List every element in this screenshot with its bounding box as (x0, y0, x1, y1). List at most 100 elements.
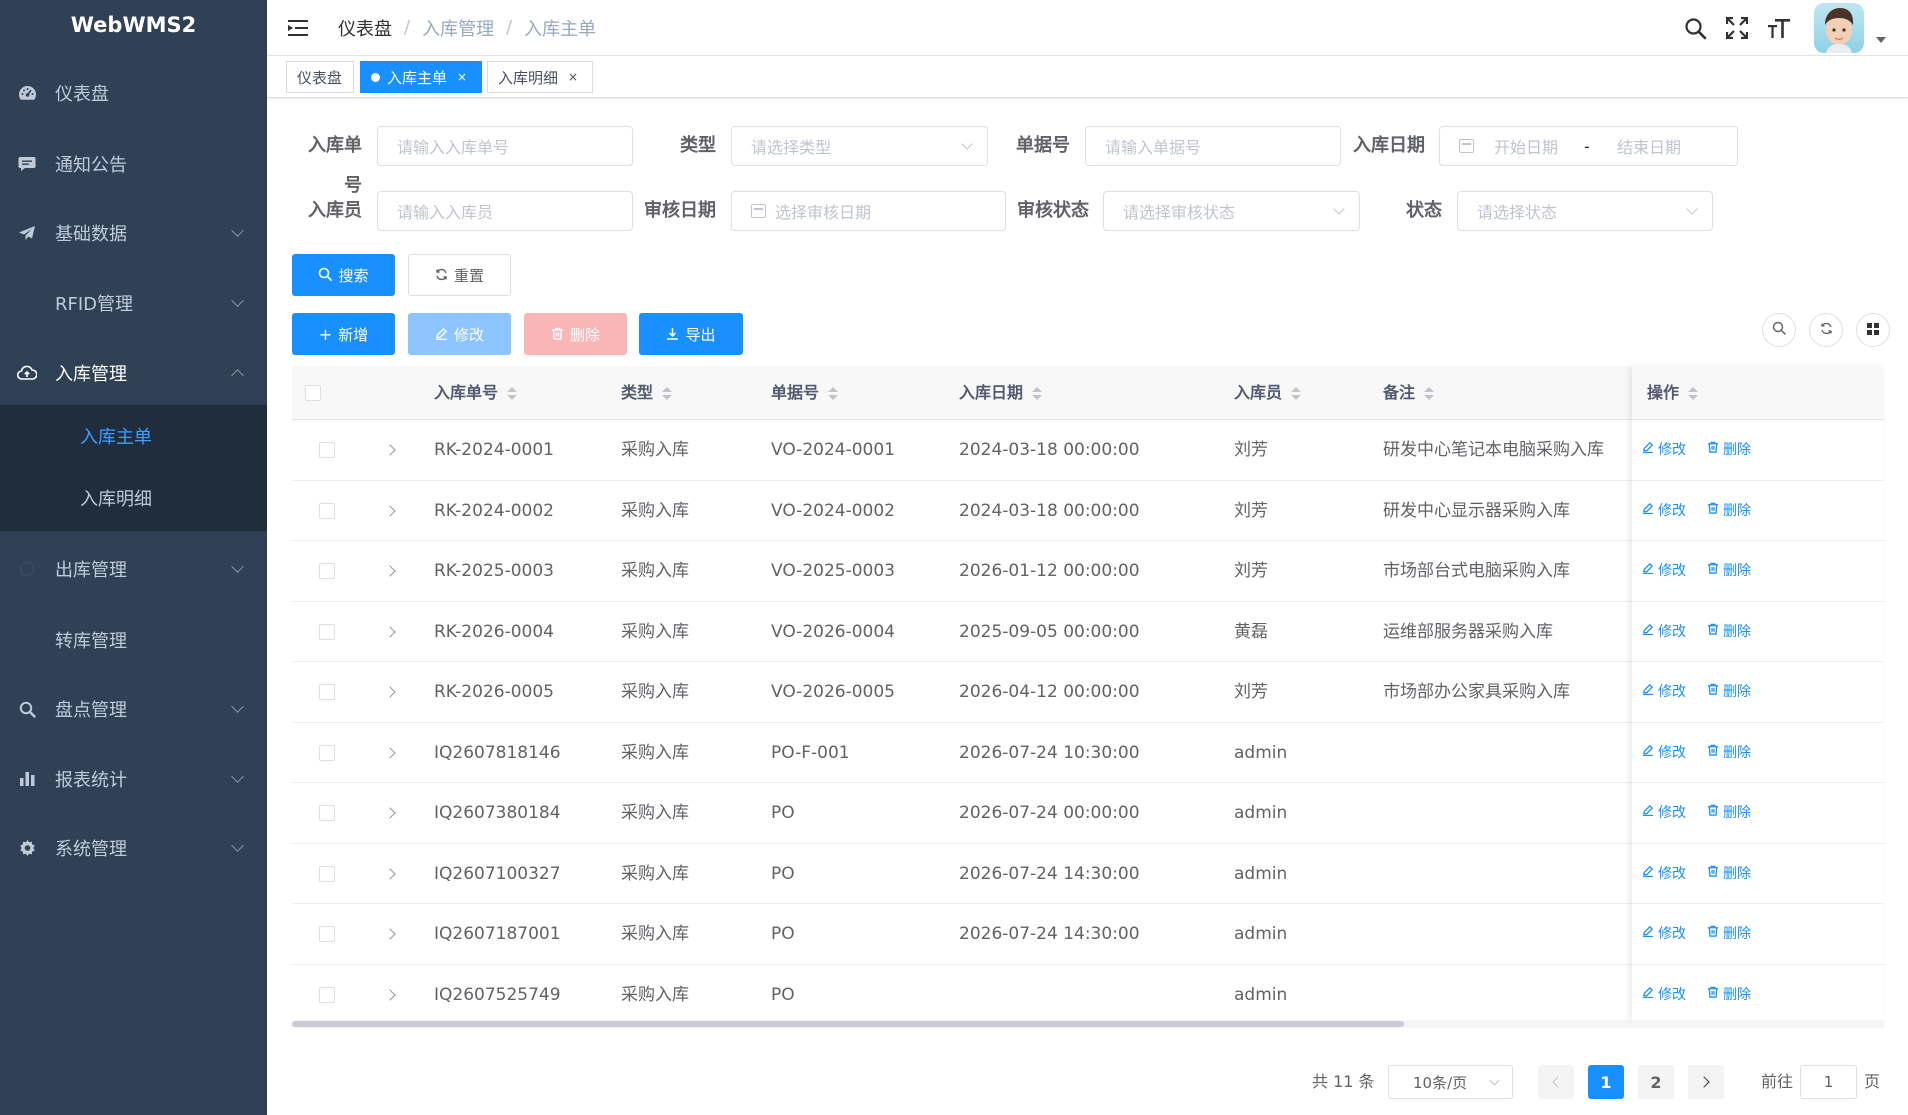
expand-row-icon[interactable] (384, 625, 396, 638)
scrollbar-thumb[interactable] (292, 1021, 1404, 1027)
hamburger-icon[interactable] (288, 17, 310, 39)
page-1-button[interactable]: 1 (1588, 1065, 1624, 1099)
expand-row-icon[interactable] (384, 686, 396, 698)
row-checkbox[interactable] (319, 684, 335, 700)
sort-icon[interactable] (828, 386, 839, 400)
avatar[interactable] (1814, 3, 1864, 53)
col-header-inbound-no[interactable]: 入库单号 (434, 366, 518, 420)
audit-date-picker[interactable]: 选择审核日期 (731, 191, 1006, 231)
row-checkbox[interactable] (319, 744, 335, 761)
breadcrumb-item-dashboard[interactable]: 仪表盘 (338, 15, 392, 41)
row-edit-link[interactable]: 修改 (1642, 420, 1686, 480)
sidebar-item-transfer[interactable]: 转库管理 (0, 605, 267, 675)
expand-row-icon[interactable] (384, 807, 396, 819)
expand-row-icon[interactable] (384, 504, 396, 517)
sidebar-item-reports[interactable]: 报表统计 (0, 744, 267, 814)
expand-row-icon[interactable] (384, 746, 396, 759)
submenu-item-inbound-master[interactable]: 入库主单 (0, 405, 267, 467)
expand-row-icon[interactable] (384, 867, 396, 880)
select-all-checkbox[interactable] (305, 385, 321, 401)
row-checkbox[interactable] (319, 865, 335, 882)
edit-button[interactable]: 修改 (408, 313, 511, 355)
refresh-table-button[interactable] (1809, 313, 1843, 347)
close-icon[interactable]: × (457, 70, 467, 84)
expand-row-icon[interactable] (384, 565, 396, 577)
operator-input[interactable]: 请输入入库员 (377, 191, 633, 231)
sidebar-item-inbound[interactable]: 入库管理 (0, 338, 267, 408)
status-select[interactable]: 请选择状态 (1457, 191, 1713, 231)
row-delete-link[interactable]: 删除 (1707, 481, 1751, 541)
row-edit-link[interactable]: 修改 (1642, 844, 1686, 904)
row-delete-link[interactable]: 删除 (1707, 965, 1751, 1025)
row-checkbox[interactable] (319, 926, 335, 942)
sidebar-item-rfid[interactable]: RFID管理 (0, 268, 267, 338)
row-edit-link[interactable]: 修改 (1642, 541, 1686, 601)
row-edit-link[interactable]: 修改 (1642, 965, 1686, 1025)
col-header-type[interactable]: 类型 (621, 366, 673, 420)
reset-button[interactable]: 重置 (408, 254, 511, 296)
audit-status-select[interactable]: 请选择审核状态 (1103, 191, 1360, 231)
row-checkbox[interactable] (319, 986, 335, 1003)
row-edit-link[interactable]: 修改 (1642, 723, 1686, 783)
inbound-date-range[interactable]: 开始日期 - 结束日期 (1439, 126, 1738, 166)
sidebar-item-notice[interactable]: 通知公告 (0, 129, 267, 199)
inbound-no-input[interactable]: 请输入入库单号 (377, 126, 633, 166)
col-header-doc-no[interactable]: 单据号 (771, 366, 839, 420)
expand-row-icon[interactable] (384, 988, 396, 1001)
doc-no-input[interactable]: 请输入单据号 (1085, 126, 1341, 166)
next-page-button[interactable] (1688, 1065, 1724, 1099)
table-row[interactable]: IQ2607187001 采购入库 PO 2026-07-24 14:30:00 adm… (292, 904, 1884, 965)
row-edit-link[interactable]: 修改 (1642, 904, 1686, 964)
expand-row-icon[interactable] (384, 928, 396, 940)
font-size-icon[interactable] (1766, 15, 1792, 41)
col-header-actions[interactable]: 操作 (1647, 366, 1699, 420)
col-header-operator[interactable]: 入库员 (1234, 366, 1302, 420)
table-row[interactable]: IQ2607380184 采购入库 PO 2026-07-24 00:00:00 adm… (292, 783, 1884, 844)
row-edit-link[interactable]: 修改 (1642, 662, 1686, 722)
page-size-select[interactable]: 10条/页 (1388, 1065, 1513, 1099)
goto-page-input[interactable]: 1 (1800, 1065, 1857, 1099)
sort-icon[interactable] (1424, 386, 1435, 400)
close-icon[interactable]: × (568, 70, 578, 84)
col-header-inbound-date[interactable]: 入库日期 (959, 366, 1043, 420)
row-edit-link[interactable]: 修改 (1642, 602, 1686, 662)
row-checkbox[interactable] (319, 442, 335, 458)
sort-icon[interactable] (1688, 386, 1699, 400)
row-checkbox[interactable] (319, 502, 335, 519)
horizontal-scrollbar[interactable] (292, 1020, 1884, 1028)
table-row[interactable]: IQ2607818146 采购入库 PO-F-001 2026-07-24 10:30… (292, 723, 1884, 783)
row-delete-link[interactable]: 删除 (1707, 541, 1751, 601)
table-row[interactable]: IQ2607100327 采购入库 PO 2026-07-24 14:30:00 adm… (292, 844, 1884, 904)
row-delete-link[interactable]: 删除 (1707, 602, 1751, 662)
row-checkbox[interactable] (319, 623, 335, 640)
sidebar-item-outbound[interactable]: 出库管理 (0, 534, 267, 604)
sidebar-item-system[interactable]: 系统管理 (0, 813, 267, 883)
toggle-search-button[interactable] (1762, 313, 1796, 347)
expand-row-icon[interactable] (384, 444, 396, 456)
table-row[interactable]: RK-2026-0004 采购入库 VO-2026-0004 2025-09-05 0… (292, 602, 1884, 662)
type-select[interactable]: 请选择类型 (731, 126, 988, 166)
row-edit-link[interactable]: 修改 (1642, 481, 1686, 541)
row-delete-link[interactable]: 删除 (1707, 723, 1751, 783)
app-logo[interactable]: WebWMS2 (0, 0, 267, 50)
tag-dashboard[interactable]: 仪表盘 (286, 61, 354, 93)
row-edit-link[interactable]: 修改 (1642, 783, 1686, 843)
row-delete-link[interactable]: 删除 (1707, 844, 1751, 904)
search-button[interactable]: 搜索 (292, 254, 395, 296)
table-row[interactable]: RK-2024-0002 采购入库 VO-2024-0002 2024-03-18 0… (292, 481, 1884, 541)
tag-inbound-master[interactable]: 入库主单 × (360, 61, 482, 93)
export-button[interactable]: 导出 (639, 313, 743, 355)
prev-page-button[interactable] (1538, 1065, 1574, 1099)
sidebar-item-dashboard[interactable]: 仪表盘 (0, 58, 267, 128)
sort-icon[interactable] (1291, 386, 1302, 400)
row-delete-link[interactable]: 删除 (1707, 420, 1751, 480)
submenu-item-inbound-detail[interactable]: 入库明细 (0, 467, 267, 529)
add-button[interactable]: + 新增 (292, 313, 395, 355)
column-settings-button[interactable] (1856, 313, 1890, 347)
end-date-placeholder[interactable]: 结束日期 (1617, 134, 1681, 158)
row-delete-link[interactable]: 删除 (1707, 904, 1751, 964)
table-row[interactable]: RK-2025-0003 采购入库 VO-2025-0003 2026-01-12 0… (292, 541, 1884, 602)
row-delete-link[interactable]: 删除 (1707, 783, 1751, 843)
sidebar-item-base-data[interactable]: 基础数据 (0, 198, 267, 268)
delete-button[interactable]: 删除 (524, 313, 627, 355)
